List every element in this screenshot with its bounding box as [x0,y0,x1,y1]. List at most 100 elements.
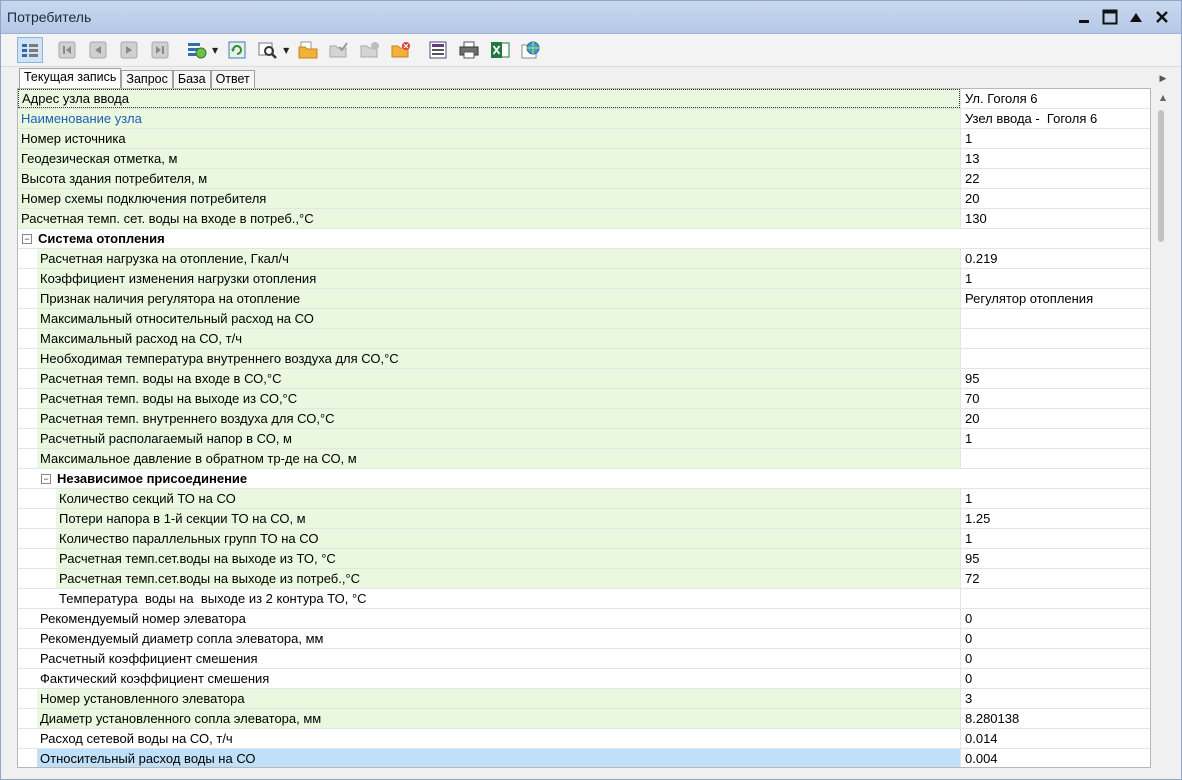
grid-row[interactable]: Расчетная нагрузка на отопление, Гкал/ч 0… [18,249,1150,269]
property-value-cell[interactable]: 1.25 [961,509,1150,528]
property-value-cell[interactable]: 1 [961,129,1150,148]
minimize-button[interactable] [1071,4,1097,30]
grid-row[interactable]: Расчетная темп. сет. воды на входе в пот… [18,209,1150,229]
property-value-cell[interactable]: 95 [961,549,1150,568]
search-dropdown-icon[interactable]: ▼ [283,46,289,55]
property-value-cell[interactable]: 20 [961,189,1150,208]
property-value-cell[interactable]: Ул. Гоголя 6 [961,89,1150,108]
property-value-cell[interactable] [961,449,1150,468]
property-value-cell[interactable]: 1 [961,529,1150,548]
property-value-cell[interactable]: Узел ввода - Гоголя 6 [961,109,1150,128]
close-button[interactable] [1149,4,1175,30]
grid-row[interactable]: Геодезическая отметка, м 13 [18,149,1150,169]
grid-row[interactable]: Относительный расход воды на СО 0.004 [18,749,1150,767]
grid-row[interactable]: Номер источника 1 [18,129,1150,149]
property-value-cell[interactable]: 13 [961,149,1150,168]
search-button[interactable] [255,37,281,63]
property-value-cell[interactable]: 95 [961,369,1150,388]
folder-delete-button[interactable] [388,37,414,63]
grid-row[interactable]: Потери напора в 1-й секции ТО на СО, м 1.… [18,509,1150,529]
property-value-cell[interactable]: 1 [961,429,1150,448]
grid-row[interactable]: Диаметр установленного сопла элеватора, … [18,709,1150,729]
property-value-cell[interactable]: 0 [961,669,1150,688]
property-value-cell[interactable]: 0 [961,609,1150,628]
grid-row[interactable]: Расчетная темп. воды на выходе из СО,°С 7… [18,389,1150,409]
property-value-cell[interactable]: 0.219 [961,249,1150,268]
property-value-cell[interactable]: 72 [961,569,1150,588]
property-value-cell[interactable] [961,329,1150,348]
first-record-button[interactable] [54,37,80,63]
property-value-cell[interactable]: 1 [961,269,1150,288]
grid-row[interactable]: Рекомендуемый номер элеватора 0 [18,609,1150,629]
vertical-scrollbar[interactable]: ▲ [1153,88,1173,768]
grid-row[interactable]: Высота здания потребителя, м 22 [18,169,1150,189]
grid-row[interactable]: Номер схемы подключения потребителя 20 [18,189,1150,209]
property-value-cell[interactable]: 8.280138 [961,709,1150,728]
grid-section-row[interactable]: − Система отопления [18,229,1150,249]
grid-row[interactable]: Максимальное давление в обратном тр-де н… [18,449,1150,469]
property-value-cell[interactable]: 130 [961,209,1150,228]
grid-row[interactable]: Расчетная темп.сет.воды на выходе из ТО,… [18,549,1150,569]
open-folder-button[interactable] [295,37,321,63]
maximize-button[interactable] [1097,4,1123,30]
property-value-cell[interactable]: 0.014 [961,729,1150,748]
title-bar[interactable]: Потребитель [1,1,1181,34]
tab-current-record[interactable]: Текущая запись [19,68,122,88]
property-label: Относительный расход воды на СО [37,749,960,767]
property-value-cell[interactable]: 22 [961,169,1150,188]
grid-row[interactable]: Расчетный располагаемый напор в СО, м 1 [18,429,1150,449]
property-value-cell[interactable]: 3 [961,689,1150,708]
property-value-cell[interactable] [961,589,1150,608]
grid-row[interactable]: Максимальный расход на СО, т/ч [18,329,1150,349]
property-value-cell[interactable]: 0 [961,629,1150,648]
folder-check-button[interactable] [326,37,352,63]
view-list-button[interactable] [17,37,43,63]
grid-row[interactable]: Расход сетевой воды на СО, т/ч 0.014 [18,729,1150,749]
tab-query[interactable]: Запрос [121,70,173,88]
grid-row[interactable]: Рекомендуемый диаметр сопла элеватора, м… [18,629,1150,649]
web-export-button[interactable] [518,37,544,63]
tab-answer[interactable]: Ответ [210,70,255,88]
collapse-icon[interactable]: − [41,473,51,484]
save-report-button[interactable] [425,37,451,63]
grid-row[interactable]: Количество секций ТО на СО 1 [18,489,1150,509]
grid-row[interactable]: Номер установленного элеватора 3 [18,689,1150,709]
scroll-thumb[interactable] [1158,110,1164,242]
grid-section-row[interactable]: − Независимое присоединение [18,469,1150,489]
last-record-button[interactable] [147,37,173,63]
tab-scroll-right-icon[interactable]: ▶ [1155,70,1171,88]
property-value-cell[interactable]: Регулятор отопления [961,289,1150,308]
grid-row[interactable]: Признак наличия регулятора на отопление Р… [18,289,1150,309]
property-value-cell[interactable]: 0 [961,649,1150,668]
next-record-button[interactable] [116,37,142,63]
grid-row[interactable]: Необходимая температура внутреннего возд… [18,349,1150,369]
print-button[interactable] [456,37,482,63]
property-value-cell[interactable]: 70 [961,389,1150,408]
property-value-cell[interactable] [961,349,1150,368]
grid-row[interactable]: Количество параллельных групп ТО на СО 1 [18,529,1150,549]
property-value-cell[interactable]: 1 [961,489,1150,508]
grid-row[interactable]: Расчетная темп. внутреннего воздуха для … [18,409,1150,429]
property-value-cell[interactable] [961,309,1150,328]
scroll-up-icon[interactable]: ▲ [1153,88,1173,106]
restore-button[interactable] [1123,4,1149,30]
grid-row[interactable]: Расчетный коэффициент смешения 0 [18,649,1150,669]
grid-row[interactable]: Расчетная темп. воды на входе в СО,°С 95 [18,369,1150,389]
prev-record-button[interactable] [85,37,111,63]
filter-dropdown-icon[interactable]: ▼ [212,46,218,55]
collapse-icon[interactable]: − [22,233,32,244]
grid-row[interactable]: Температура воды на выходе из 2 контура … [18,589,1150,609]
excel-button[interactable] [487,37,513,63]
folder-add-button[interactable] [357,37,383,63]
grid-row[interactable]: Наименование узла Узел ввода - Гоголя 6 [18,109,1150,129]
property-value-cell[interactable]: 0.004 [961,749,1150,767]
grid-row[interactable]: Адрес узла ввода Ул. Гоголя 6 [18,89,1150,109]
grid-row[interactable]: Фактический коэффициент смешения 0 [18,669,1150,689]
property-value-cell[interactable]: 20 [961,409,1150,428]
filter-button[interactable] [184,37,210,63]
grid-row[interactable]: Максимальный относительный расход на СО [18,309,1150,329]
refresh-button[interactable] [224,37,250,63]
grid-row[interactable]: Расчетная темп.сет.воды на выходе из пот… [18,569,1150,589]
grid-row[interactable]: Коэффициент изменения нагрузки отопления… [18,269,1150,289]
tab-base[interactable]: База [172,70,211,88]
